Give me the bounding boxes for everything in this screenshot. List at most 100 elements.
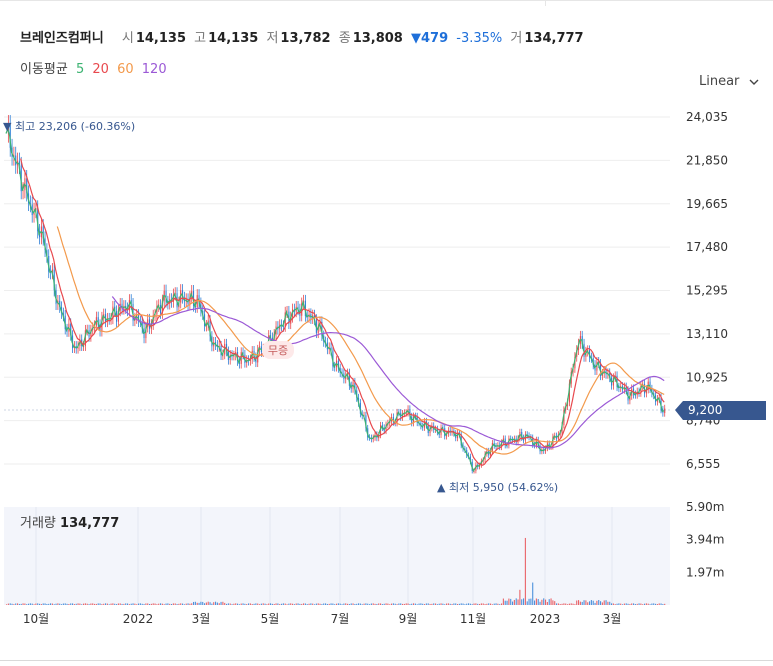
y-tick-label: 15,295 [686, 284, 728, 298]
volume-bar [435, 603, 437, 605]
volume-bar [110, 603, 112, 605]
volume-bar [568, 603, 570, 605]
y-tick-label: 24,035 [686, 110, 728, 124]
volume-bar [614, 604, 616, 605]
volume-bar [172, 603, 174, 605]
volume-bar [328, 603, 330, 605]
volume-bar [11, 603, 13, 605]
volume-bar [523, 598, 525, 605]
volume-bar [323, 603, 325, 605]
volume-bar [39, 603, 41, 605]
volume-bar [578, 600, 580, 605]
volume-bar [304, 603, 306, 605]
volume-bar [314, 604, 316, 605]
volume-bar [279, 604, 281, 605]
volume-bar [158, 603, 160, 605]
volume-bar [645, 603, 647, 605]
x-tick-label: 5월 [261, 612, 280, 626]
volume-bar [315, 603, 317, 605]
volume-bar [33, 604, 35, 605]
volume-bar [48, 603, 50, 605]
volume-bar [237, 603, 239, 605]
volume-bar [319, 603, 321, 605]
volume-bar [528, 598, 530, 605]
volume-bar [515, 598, 517, 605]
volume-bar [365, 603, 367, 605]
volume-bar [376, 603, 378, 605]
volume-bar [275, 603, 277, 605]
volume-bar [581, 601, 583, 605]
volume-bar [471, 604, 473, 605]
volume-bar [174, 603, 176, 605]
volume-bar [394, 603, 396, 605]
volume-bar [84, 603, 86, 605]
volume-bar [132, 603, 134, 605]
volume-bar [607, 601, 609, 605]
volume-bar [176, 604, 178, 605]
volume-bar [86, 603, 88, 605]
volume-bar [389, 604, 391, 605]
volume-bar [396, 604, 398, 605]
volume-bar [451, 604, 453, 605]
volume-bar [46, 604, 48, 605]
volume-bar [222, 601, 224, 605]
volume-bar [488, 603, 490, 605]
volume-bar [502, 598, 504, 605]
volume-bar [644, 603, 646, 605]
volume-bar [402, 603, 404, 605]
stock-chart[interactable]: 24,035 21,850 19,665 17,480 15,295 13,110 10,9… [0, 0, 773, 666]
volume-bar [374, 603, 376, 605]
volume-bar [183, 604, 185, 605]
volume-bar [601, 602, 603, 605]
volume-bar [216, 602, 218, 605]
volume-bar [66, 603, 68, 605]
volume-bar [521, 599, 523, 605]
volume-bar [103, 603, 105, 605]
volume-bar [499, 604, 501, 605]
volume-bar [455, 603, 457, 605]
volume-bar [116, 604, 118, 605]
volume-bar [160, 603, 162, 605]
x-tick-label: 9월 [399, 612, 418, 626]
volume-bar [535, 598, 537, 605]
volume-bar [42, 603, 44, 605]
volume-bar [380, 603, 382, 605]
volume-bar [336, 603, 338, 605]
volume-bar [609, 601, 611, 605]
volume-bar [524, 537, 526, 605]
volume-bar [561, 603, 563, 605]
volume-bar [141, 603, 143, 605]
volume-bar [447, 603, 449, 605]
volume-bar [422, 603, 424, 605]
volume-bar [79, 603, 81, 605]
volume-bar [235, 603, 237, 605]
volume-bar [101, 604, 103, 605]
volume-bar [603, 600, 605, 605]
volume-bar [9, 603, 11, 605]
volume-bar [44, 603, 46, 605]
volume-bar [95, 603, 97, 605]
volume-bar [226, 603, 228, 605]
volume-bar [260, 603, 262, 605]
volume-bar [106, 603, 108, 605]
volume-bar [167, 603, 169, 605]
volume-bar [55, 603, 57, 605]
volume-bar [26, 604, 28, 605]
volume-bar [231, 604, 233, 605]
volume-bar [480, 603, 482, 605]
volume-bar [156, 604, 158, 605]
volume-bar [350, 603, 352, 605]
current-price-label: 9,200 [688, 403, 722, 417]
volume-bar [425, 603, 427, 605]
volume-bar [88, 604, 90, 605]
volume-bar [292, 603, 294, 605]
volume-bar [403, 603, 405, 605]
volume-bar [191, 603, 193, 605]
volume-bar [29, 603, 31, 605]
volume-bar [117, 603, 119, 605]
volume-bar [332, 603, 334, 605]
volume-bar [35, 603, 37, 605]
volume-bar [92, 603, 94, 605]
volume-bar [411, 603, 413, 605]
volume-bar [405, 603, 407, 605]
